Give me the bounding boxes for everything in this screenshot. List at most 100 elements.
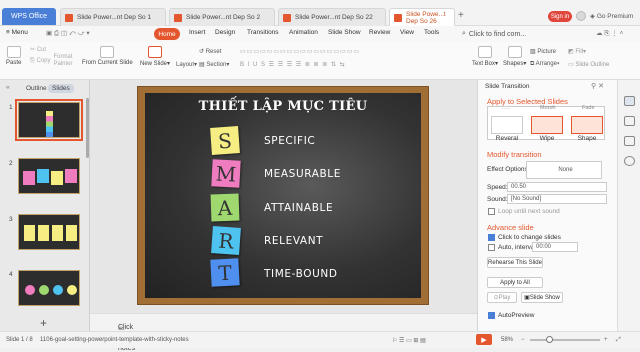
section-button[interactable]: ▤ Section▾ xyxy=(199,61,229,68)
sign-in-button[interactable]: Sign in xyxy=(548,11,572,22)
properties-icon[interactable] xyxy=(624,116,635,126)
slide-thumbnail-3[interactable] xyxy=(18,214,80,250)
thumbnail-circle xyxy=(25,285,35,295)
add-slide-button[interactable]: + xyxy=(40,316,47,330)
tab-outline[interactable]: Outline xyxy=(22,84,51,93)
slide-thumbnail-1[interactable] xyxy=(15,99,83,141)
zoom-slider[interactable] xyxy=(530,336,600,343)
panel-controls[interactable]: ⚲ ✕ xyxy=(591,82,604,90)
play-button[interactable]: ⊙ Play xyxy=(487,292,517,303)
loop-checkbox[interactable] xyxy=(488,208,495,215)
speed-input[interactable]: 00.50 xyxy=(507,182,607,192)
menu-home[interactable]: Home xyxy=(154,28,180,40)
sticky-note-m[interactable]: M xyxy=(211,159,241,188)
modify-heading: Modify transition xyxy=(487,150,542,159)
scrollbar[interactable] xyxy=(86,98,89,158)
slide-title[interactable]: THIẾT LẬP MỤC TIÊU xyxy=(145,99,421,114)
arrange-button[interactable]: ⧉ Arrange▾ xyxy=(530,61,560,68)
menu-slide-show[interactable]: Slide Show xyxy=(328,29,361,36)
sticky-note-a[interactable]: A xyxy=(210,193,240,222)
avatar[interactable] xyxy=(576,11,586,21)
search-input[interactable]: ⌕ Click to find com... xyxy=(462,28,540,40)
go-premium-button[interactable]: ◈ Go Premium xyxy=(590,12,633,20)
sticky-note-r[interactable]: R xyxy=(211,226,241,255)
play-slideshow-button[interactable]: ▶ xyxy=(476,334,492,345)
wps-office-tab[interactable]: WPS Office xyxy=(2,8,56,25)
click-to-change-checkbox[interactable] xyxy=(488,234,495,241)
menu-button[interactable]: ≡ Menu xyxy=(6,29,28,36)
slide-thumbnail-4[interactable] xyxy=(18,270,80,306)
smart-word-specific[interactable]: SPECIFIC xyxy=(264,135,315,147)
fill-button[interactable]: ◩ Fill▾ xyxy=(568,48,586,55)
format-painter-button[interactable]: Format Painter xyxy=(52,54,74,68)
font-format-controls[interactable]: B I U S ☰ ☰ ☰ ☰ ≣ ≣ ≣ ⇅ ⇆ xyxy=(240,61,346,68)
thumbnail-note xyxy=(52,225,63,241)
doc-tab-1[interactable]: Slide Power...nt Dep So 1 xyxy=(60,8,166,26)
smart-word-measurable[interactable]: MEASURABLE xyxy=(264,168,341,180)
zoom-slider-knob[interactable] xyxy=(546,336,553,343)
panel-title: Slide Transition xyxy=(485,83,530,90)
thumbnail-circle xyxy=(53,285,63,295)
cut-button[interactable]: ✂ Cut xyxy=(30,46,46,53)
effect-options-select[interactable]: None xyxy=(526,161,602,179)
fit-window-icon[interactable]: ⤢ xyxy=(616,337,621,344)
effect-options-label: Effect Options: xyxy=(487,166,530,173)
menu-transitions[interactable]: Transitions xyxy=(247,29,279,36)
font-controls[interactable]: ▭▭▭▭▭▭▭▭▭▭▭▭▭▭▭▭▭▭ xyxy=(240,48,360,55)
paste-button[interactable]: Paste xyxy=(6,46,21,66)
menu-view[interactable]: View xyxy=(400,29,414,36)
shapes-button[interactable]: Shapes▾ xyxy=(503,46,526,67)
tab-slides[interactable]: Slides xyxy=(48,84,74,93)
sound-select[interactable]: [No Sound] xyxy=(507,194,607,204)
zoom-in-icon[interactable]: + xyxy=(604,337,608,343)
new-slide-button[interactable]: New Slide▾ xyxy=(140,46,170,67)
menu-insert[interactable]: Insert xyxy=(189,29,205,36)
smart-word-time-bound[interactable]: TIME-BOUND xyxy=(264,268,338,280)
rehearse-button[interactable]: Rehearse This Slide xyxy=(487,257,543,268)
reset-button[interactable]: ↺ Reset xyxy=(199,48,221,55)
notes-area[interactable]: ▭ Click to add notes xyxy=(90,313,477,352)
history-icon[interactable] xyxy=(624,156,635,166)
zoom-out-icon[interactable]: − xyxy=(521,337,525,343)
doc-tab-3[interactable]: Slide Power...nt Dep So 22 xyxy=(278,8,386,26)
reveal-preview-icon xyxy=(491,116,523,134)
picture-button[interactable]: ▨ Picture xyxy=(530,48,556,55)
transition-panel-icon[interactable] xyxy=(624,96,635,106)
menu-animation[interactable]: Animation xyxy=(289,29,318,36)
menu-design[interactable]: Design xyxy=(215,29,235,36)
smart-word-relevant[interactable]: RELEVANT xyxy=(264,235,323,247)
menu-review[interactable]: Review xyxy=(369,29,390,36)
loop-label: Loop until next sound xyxy=(498,208,560,215)
transition-shape[interactable]: Shape xyxy=(570,116,604,142)
doc-tab-4-active[interactable]: Slide Powe...t Dep So 26 xyxy=(389,8,455,26)
sticky-note-s[interactable]: S xyxy=(210,126,240,155)
layout-button[interactable]: Layout▾ xyxy=(176,61,197,68)
menu-tools[interactable]: Tools xyxy=(424,29,439,36)
sticky-note-t[interactable]: T xyxy=(210,258,240,287)
transition-reveal[interactable]: Reveral xyxy=(490,116,524,142)
auto-interval-checkbox[interactable] xyxy=(488,244,495,251)
auto-interval-input[interactable]: 00:00 xyxy=(532,242,578,252)
paste-icon xyxy=(6,46,21,58)
doc-tab-2[interactable]: Slide Power...nt Dep So 2 xyxy=(169,8,275,26)
copy-button[interactable]: ⎘ Copy xyxy=(30,58,50,65)
text-box-button[interactable]: Text Box▾ xyxy=(472,46,498,67)
sound-label: Sound: xyxy=(487,196,508,203)
slide-show-button[interactable]: ▣ Slide Show xyxy=(521,292,563,303)
shape-preview-icon xyxy=(571,116,603,134)
autopreview-label: AutoPreview xyxy=(498,312,535,319)
transition-wipe[interactable]: Wipe xyxy=(530,116,564,142)
smart-word-attainable[interactable]: ATTAINABLE xyxy=(264,202,333,214)
collapse-panel-icon[interactable]: « xyxy=(6,84,10,91)
apply-to-all-button[interactable]: Apply to All xyxy=(487,277,543,288)
animation-icon[interactable] xyxy=(624,136,635,146)
thumbnail-note xyxy=(66,225,77,241)
slide-number: 1 xyxy=(9,104,13,111)
from-current-slide-button[interactable]: From Current Slide xyxy=(82,46,133,66)
thumbnail-note xyxy=(24,225,35,241)
view-buttons[interactable]: ⚐ ☰ ▭ ⊞ ▤ xyxy=(392,337,426,344)
autopreview-checkbox[interactable] xyxy=(488,312,495,319)
slide-thumbnail-2[interactable] xyxy=(18,158,80,194)
new-tab-button[interactable]: + xyxy=(458,10,464,21)
slide-outline-button[interactable]: ▭ Slide Outline xyxy=(568,61,609,68)
